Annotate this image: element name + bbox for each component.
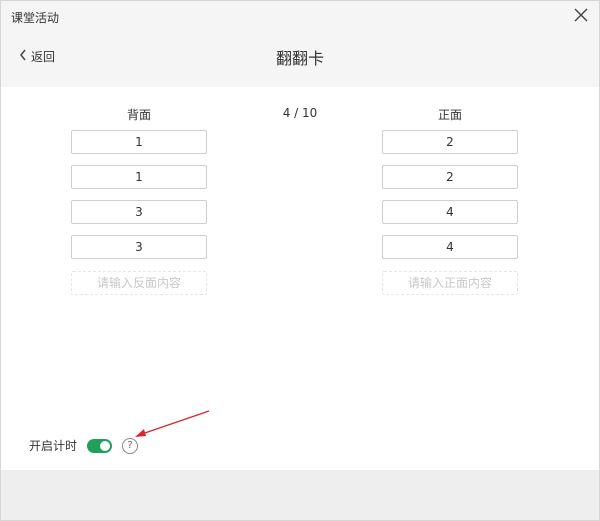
card-back-input[interactable]: 3 (71, 235, 207, 259)
footer-bar (1, 470, 599, 520)
window-title: 课堂活动 (11, 11, 60, 25)
card-front-input[interactable]: 4 (382, 200, 518, 224)
front-column-heading: 正面 (437, 108, 462, 122)
timer-setting: 开启计时 ? (29, 437, 139, 454)
card-back-input[interactable]: 1 (71, 130, 207, 154)
card-front-input[interactable]: 4 (382, 235, 518, 259)
back-column-heading: 背面 (126, 108, 151, 122)
new-front-input[interactable]: 请输入正面内容 (382, 271, 518, 295)
timer-toggle[interactable] (87, 438, 113, 453)
new-back-input[interactable]: 请输入反面内容 (71, 271, 207, 295)
close-icon (574, 8, 588, 22)
toggle-knob (100, 440, 111, 451)
card-back-input[interactable]: 1 (71, 165, 207, 189)
annotation-arrow (135, 410, 210, 437)
dialog-window: 课堂活动 返回 翻翻卡 背面 4 / 10 正面 1 1 3 3 请输入反面内容… (0, 0, 600, 521)
card-front-input[interactable]: 2 (382, 130, 518, 154)
card-front-input[interactable]: 2 (382, 165, 518, 189)
card-editor: 背面 4 / 10 正面 1 1 3 3 请输入反面内容 2 2 4 4 请输入… (1, 87, 599, 470)
page-title: 翻翻卡 (275, 49, 324, 68)
card-counter: 4 / 10 (282, 106, 318, 120)
page-header: 返回 翻翻卡 (1, 31, 599, 87)
close-button[interactable] (571, 5, 591, 25)
title-bar: 课堂活动 (1, 1, 599, 31)
card-back-input[interactable]: 3 (71, 200, 207, 224)
timer-label: 开启计时 (29, 439, 78, 453)
